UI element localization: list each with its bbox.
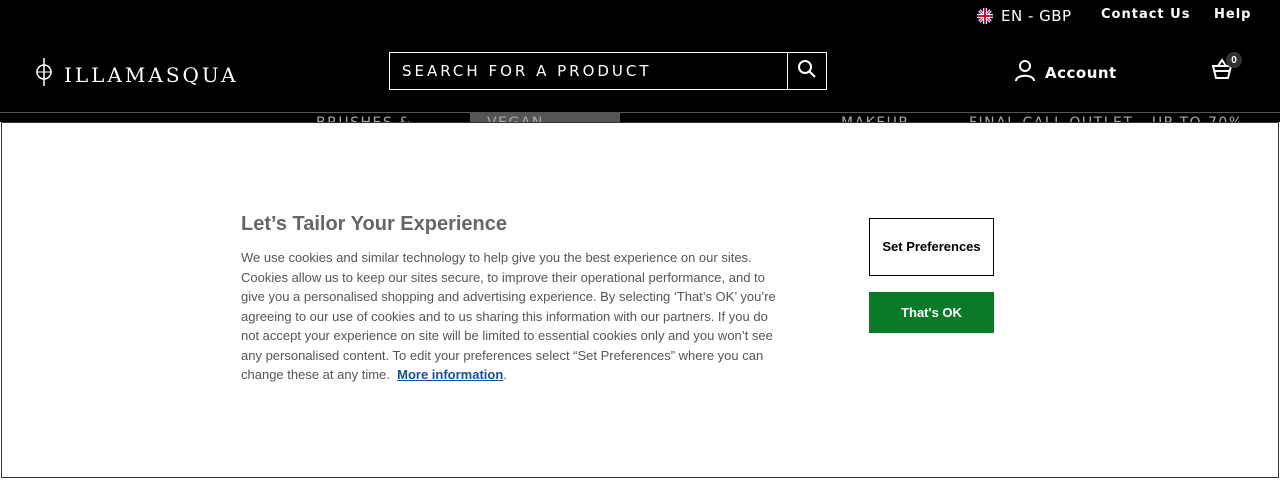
contact-us-link[interactable]: Contact Us (1101, 7, 1190, 22)
locale-label: EN - GBP (1001, 7, 1072, 25)
thats-ok-button[interactable]: That's OK (869, 292, 994, 333)
basket-icon (1210, 58, 1234, 84)
set-preferences-button[interactable]: Set Preferences (869, 218, 994, 276)
locale-selector[interactable]: EN - GBP (977, 7, 1072, 25)
logo-mark-icon (32, 56, 56, 93)
user-icon (1015, 60, 1035, 86)
site-logo[interactable]: ILLAMASQUA (32, 56, 239, 93)
search-icon (797, 59, 817, 84)
more-information-link[interactable]: More information (397, 367, 503, 382)
search-bar (389, 52, 827, 90)
site-header: EN - GBP Contact Us Help ILLAMASQUA SEAR… (0, 0, 1280, 123)
uk-flag-icon (977, 8, 993, 24)
help-link[interactable]: Help (1214, 7, 1251, 22)
cookie-title: Let’s Tailor Your Experience (241, 213, 508, 235)
logo-text: ILLAMASQUA (64, 62, 239, 87)
account-label: Account (1045, 64, 1117, 82)
account-link[interactable]: Account (1015, 60, 1117, 86)
search-button[interactable] (787, 53, 826, 89)
cookie-body: We use cookies and similar technology to… (241, 250, 776, 382)
basket-button[interactable]: 0 (1210, 52, 1242, 85)
cookie-body-text: We use cookies and similar technology to… (241, 250, 776, 382)
basket-count-badge: 0 (1226, 52, 1242, 68)
cookie-consent-dialog: Let’s Tailor Your Experience We use cook… (1, 122, 1279, 478)
search-input[interactable] (390, 53, 787, 89)
